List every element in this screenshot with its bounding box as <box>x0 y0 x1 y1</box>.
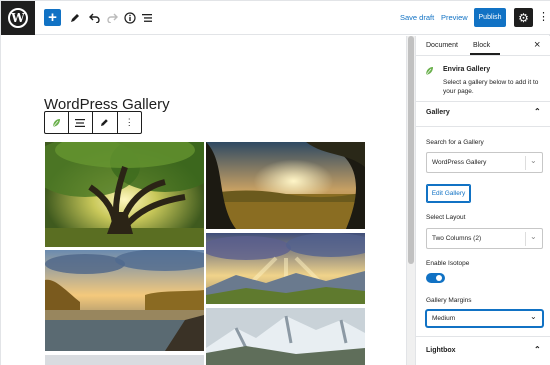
gallery-image-sunset-tree[interactable] <box>206 142 365 229</box>
block-description: Select a gallery below to add it to your… <box>443 79 539 95</box>
active-tab-indicator <box>470 53 500 55</box>
select-separator <box>525 232 526 246</box>
tab-block[interactable]: Block <box>473 42 490 49</box>
toggle-knob <box>436 275 442 281</box>
margins-label: Gallery Margins <box>426 297 472 304</box>
editor-top-bar: W + Save draft Preview Publish ⚙ ⋮ <box>1 1 550 35</box>
wordpress-logo-button[interactable]: W <box>1 1 35 35</box>
save-draft-link[interactable]: Save draft <box>400 13 434 22</box>
settings-gear-icon[interactable]: ⚙ <box>514 8 533 27</box>
chevron-up-icon: ⌃ <box>534 345 541 354</box>
redo-icon[interactable] <box>103 8 121 28</box>
isotope-label: Enable Isotope <box>426 260 470 267</box>
settings-sidebar: Document Block × Envira Gallery Select a… <box>415 36 550 365</box>
chevron-down-icon: ⌄ <box>530 312 537 321</box>
sidebar-tabs: Document Block × <box>416 36 550 56</box>
edit-gallery-button[interactable]: Edit Gallery <box>426 184 471 203</box>
block-name: Envira Gallery <box>443 66 491 73</box>
info-icon[interactable] <box>121 8 139 28</box>
layout-label: Select Layout <box>426 214 466 221</box>
select-separator <box>525 156 526 170</box>
divider <box>416 336 550 337</box>
gallery-image-tree[interactable] <box>45 142 204 247</box>
lightbox-panel-toggle[interactable]: Lightbox ⌃ <box>416 341 550 361</box>
gallery-search-value: WordPress Gallery <box>432 159 487 166</box>
more-options-icon[interactable]: ⋮ <box>538 10 549 23</box>
chevron-up-icon: ⌃ <box>534 107 541 116</box>
gallery-image-bottom[interactable] <box>45 354 204 365</box>
close-icon[interactable]: × <box>534 39 540 51</box>
editor-scrollbar[interactable] <box>406 36 415 365</box>
block-toolbar: ⋮ <box>44 111 142 134</box>
search-gallery-label: Search for a Gallery <box>426 139 484 146</box>
gallery-image-lake-autumn[interactable] <box>45 250 204 351</box>
gallery-image-mountain-sunrays[interactable] <box>206 233 365 304</box>
preview-link[interactable]: Preview <box>441 13 468 22</box>
more-vertical-icon[interactable]: ⋮ <box>118 112 142 133</box>
editor-scroll-thumb[interactable] <box>408 36 414 264</box>
wordpress-logo-icon: W <box>8 8 28 28</box>
envira-leaf-icon <box>425 66 434 76</box>
publish-button[interactable]: Publish <box>474 8 506 27</box>
isotope-toggle[interactable] <box>426 273 445 283</box>
margins-value: Medium <box>432 315 456 322</box>
gallery-image-snowy-mountains[interactable] <box>206 308 365 365</box>
tools-pencil-icon[interactable] <box>66 8 84 28</box>
edit-pencil-icon[interactable] <box>93 112 118 133</box>
margins-select[interactable]: Medium ⌄ <box>426 310 543 327</box>
tab-document[interactable]: Document <box>426 42 458 49</box>
add-block-button[interactable]: + <box>44 9 61 26</box>
block-editor-app: W + Save draft Preview Publish ⚙ ⋮ WordP… <box>0 0 550 365</box>
chevron-down-icon: ⌄ <box>530 156 537 165</box>
chevron-down-icon: ⌄ <box>530 232 537 241</box>
divider <box>416 126 550 127</box>
block-card: Envira Gallery Select a gallery below to… <box>416 57 550 102</box>
envira-leaf-icon[interactable] <box>45 112 69 133</box>
layout-value: Two Columns (2) <box>432 235 482 242</box>
lightbox-panel-title: Lightbox <box>426 347 456 354</box>
gallery-search-select[interactable]: WordPress Gallery ⌄ <box>426 152 543 173</box>
gallery-panel-toggle[interactable]: Gallery ⌃ <box>416 103 550 123</box>
layout-select[interactable]: Two Columns (2) ⌄ <box>426 228 543 249</box>
list-view-icon[interactable] <box>139 8 157 28</box>
gallery-panel-title: Gallery <box>426 109 450 116</box>
undo-icon[interactable] <box>85 8 103 28</box>
align-icon[interactable] <box>69 112 94 133</box>
